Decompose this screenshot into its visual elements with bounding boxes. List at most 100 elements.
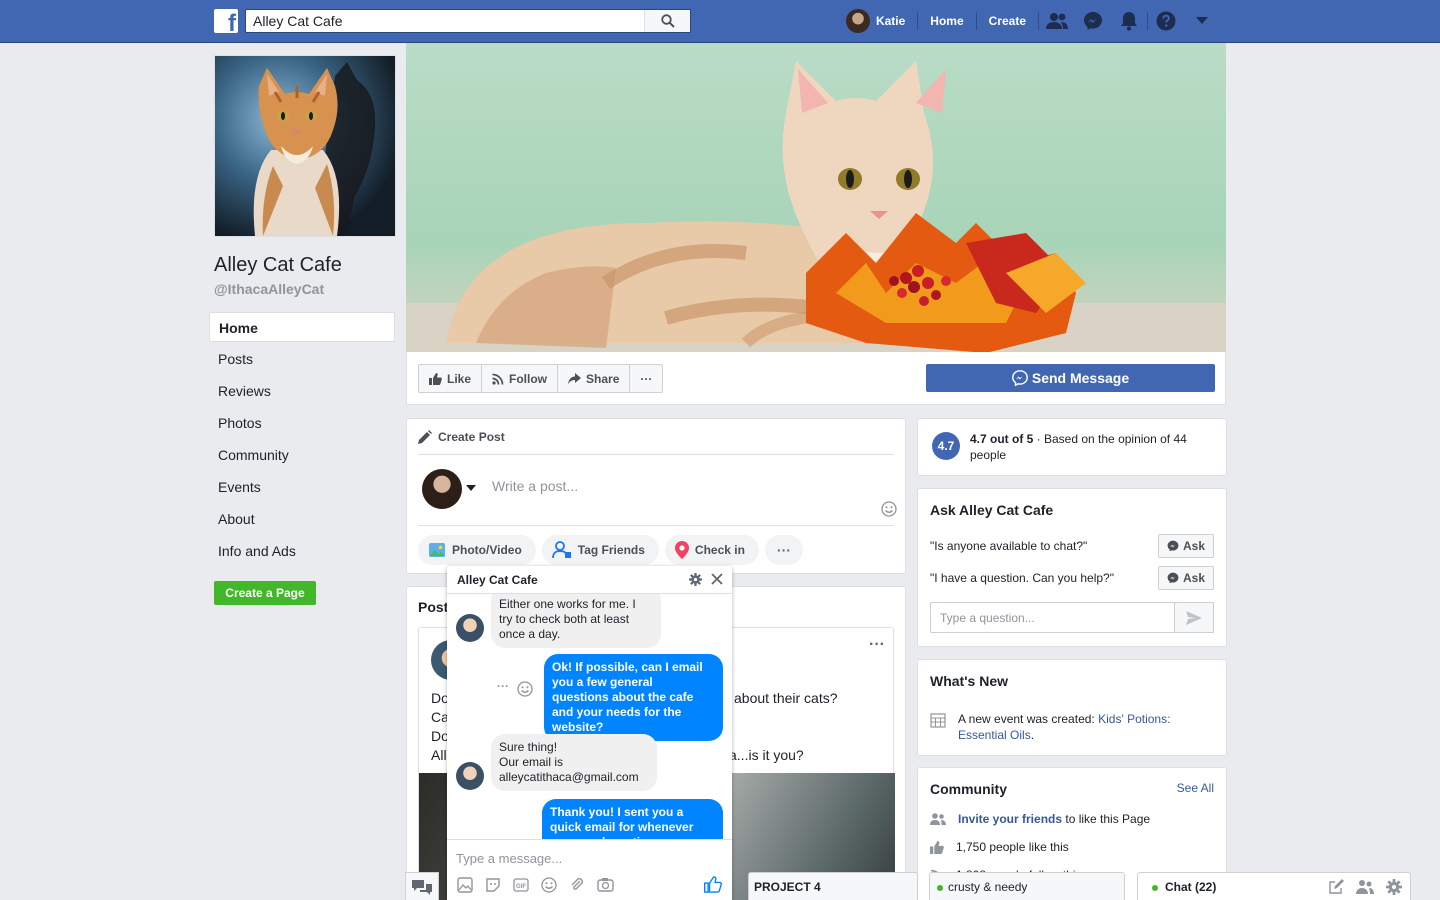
page-title[interactable]: Alley Cat Cafe <box>214 254 342 277</box>
thumbs-up-icon[interactable] <box>704 876 722 893</box>
nav-item-photos[interactable]: Photos <box>209 408 395 438</box>
caret-down-icon[interactable] <box>466 485 476 491</box>
people-icon <box>930 813 946 825</box>
emoji-button[interactable] <box>881 501 897 517</box>
whats-new-title: What's New <box>930 673 1009 689</box>
write-post-input[interactable]: Write a post... <box>492 478 578 494</box>
facebook-logo-icon[interactable]: f <box>214 9 238 33</box>
nav-home-link[interactable]: Home <box>918 14 975 28</box>
calendar-icon <box>930 712 946 728</box>
cat-profile-photo <box>215 56 395 236</box>
messenger-button[interactable] <box>1075 11 1111 31</box>
sticker-icon[interactable] <box>485 877 501 893</box>
question-input[interactable]: Type a question... <box>930 602 1175 633</box>
photo-icon <box>429 543 445 557</box>
page-avatar <box>456 614 484 642</box>
react-smiley-icon[interactable] <box>517 681 533 697</box>
tag-friends-icon <box>551 541 571 559</box>
invite-friends-link[interactable]: Invite your friends <box>958 812 1062 826</box>
post-text-line: All <box>431 747 447 763</box>
chat-heads-button[interactable] <box>405 872 439 900</box>
chat-settings-button[interactable] <box>689 573 702 586</box>
gif-icon[interactable]: GIF <box>513 877 529 892</box>
nav-item-info-and-ads[interactable]: Info and Ads <box>209 536 395 566</box>
nav-create-link[interactable]: Create <box>977 14 1038 28</box>
account-menu-button[interactable] <box>1184 17 1220 25</box>
post-options-button[interactable]: ··· <box>869 636 885 654</box>
check-in-button[interactable]: Check in <box>664 535 759 565</box>
divider <box>418 525 894 526</box>
nav-item-events[interactable]: Events <box>209 472 395 502</box>
more-post-options-button[interactable]: ··· <box>764 535 803 565</box>
invite-friends-text: to like this Page <box>1062 812 1151 826</box>
friend-requests-button[interactable] <box>1039 12 1075 30</box>
new-event-text: A new event was created: Kids' Potions: … <box>958 711 1208 743</box>
photo-video-label: Photo/Video <box>452 543 522 557</box>
message-input[interactable]: Type a message... <box>456 851 562 866</box>
nav-item-about[interactable]: About <box>209 504 395 534</box>
chat-sidebar-tab[interactable]: Chat (22) <box>1137 872 1411 900</box>
ask-button[interactable]: Ask <box>1157 534 1214 558</box>
chat-tab-label: crusty & needy <box>948 879 1028 894</box>
chat-window: Alley Cat Cafe Either one works for me. … <box>447 566 732 900</box>
profile-link[interactable]: Katie <box>834 9 917 33</box>
page-avatar <box>456 762 484 790</box>
message-options-icon[interactable]: ··· <box>497 679 509 693</box>
tag-friends-button[interactable]: Tag Friends <box>541 535 659 565</box>
chat-tab-crusty-needy[interactable]: crusty & needy <box>929 872 1125 900</box>
emoji-icon[interactable] <box>541 876 557 893</box>
create-page-button[interactable]: Create a Page <box>214 581 316 605</box>
tag-friends-label: Tag Friends <box>577 543 645 557</box>
see-all-link[interactable]: See All <box>1177 781 1214 795</box>
thumbs-up-icon <box>429 372 442 385</box>
nav-item-reviews[interactable]: Reviews <box>209 376 395 406</box>
outgoing-message: Ok! If possible, can I email you a few g… <box>544 654 723 741</box>
community-title: Community <box>930 781 1007 797</box>
search-bar[interactable] <box>245 9 691 33</box>
help-button[interactable] <box>1148 11 1184 31</box>
notifications-button[interactable] <box>1111 11 1147 31</box>
create-post-header: Create Post <box>418 419 894 455</box>
follow-button[interactable]: Follow <box>482 365 559 392</box>
new-group-icon[interactable] <box>1356 879 1374 895</box>
ask-label: Ask <box>1182 539 1205 553</box>
page-profile-picture[interactable] <box>214 55 396 237</box>
chat-close-button[interactable] <box>710 572 724 586</box>
ask-button[interactable]: Ask <box>1157 566 1214 590</box>
more-dots-icon: ··· <box>640 371 653 386</box>
send-question-button[interactable] <box>1174 602 1214 633</box>
like-button[interactable]: Like <box>419 365 483 392</box>
nav-item-community[interactable]: Community <box>209 440 395 470</box>
gear-icon[interactable] <box>1386 879 1402 895</box>
camera-icon[interactable] <box>597 877 614 892</box>
page-username[interactable]: @IthacaAlleyCat <box>214 281 324 297</box>
question-text: "I have a question. Can you help?" <box>930 571 1114 585</box>
new-event-suffix: . <box>1030 728 1035 742</box>
chat-messages: Either one works for me. I try to check … <box>447 594 732 839</box>
nav-item-posts[interactable]: Posts <box>209 344 395 374</box>
online-status-dot <box>1152 885 1158 891</box>
suggested-question: "I have a question. Can you help?" Ask <box>930 566 1214 590</box>
rating-score[interactable]: 4.7 out of 5 <box>970 432 1033 446</box>
search-button[interactable] <box>644 10 690 32</box>
share-label: Share <box>586 371 620 386</box>
search-input[interactable] <box>246 10 644 32</box>
send-message-button[interactable]: Send Message <box>926 364 1215 392</box>
pencil-icon <box>418 429 432 444</box>
user-avatar[interactable] <box>422 469 462 509</box>
location-pin-icon <box>674 541 689 559</box>
chat-tab-project-4[interactable]: PROJECT 4 <box>748 872 918 900</box>
more-actions-button[interactable]: ··· <box>630 365 662 392</box>
messenger-icon <box>1167 540 1179 552</box>
photo-video-button[interactable]: Photo/Video <box>418 535 536 565</box>
nav-item-home[interactable]: Home <box>209 312 395 342</box>
cover-photo[interactable] <box>406 43 1226 352</box>
image-icon[interactable] <box>457 876 473 893</box>
paperclip-icon[interactable] <box>569 877 585 893</box>
share-button[interactable]: Share <box>558 365 631 392</box>
compose-icon[interactable] <box>1328 879 1344 895</box>
post-text-fragment: a...is it you? <box>729 747 804 763</box>
gear-icon <box>689 573 702 586</box>
post-text-fragment: about their cats? <box>734 690 838 706</box>
close-icon <box>711 573 723 585</box>
